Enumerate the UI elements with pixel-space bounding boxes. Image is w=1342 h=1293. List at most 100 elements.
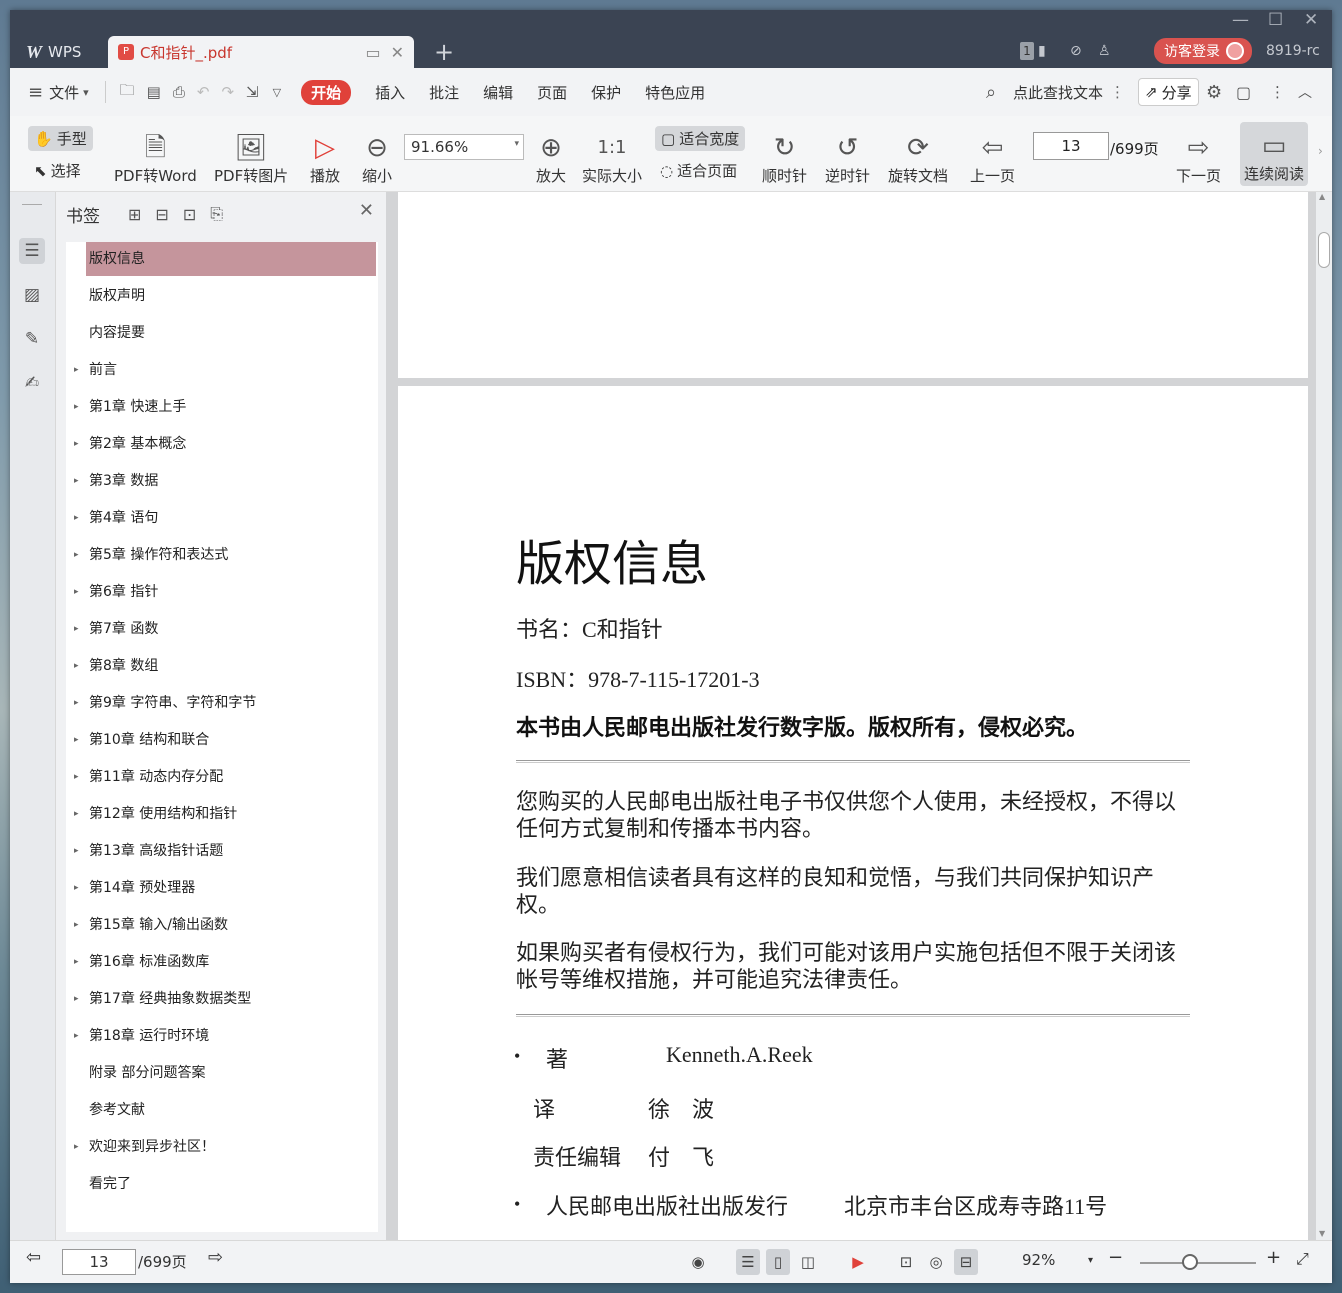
maximize-icon[interactable]: ☐ xyxy=(1268,10,1283,30)
bookmark-item[interactable]: ▸ 第8章 数组 xyxy=(74,649,376,683)
bookmark-item[interactable]: ▸ 前言 xyxy=(74,353,376,387)
close-panel-icon[interactable]: ✕ xyxy=(359,200,374,221)
expand-arrow-icon[interactable]: ▸ xyxy=(74,797,79,831)
actual-size-status-icon[interactable]: ⊡ xyxy=(894,1249,918,1275)
bookmark-item[interactable]: 附录 部分问题答案 xyxy=(86,1056,376,1090)
expand-arrow-icon[interactable]: ▸ xyxy=(74,945,79,979)
bookmark-item[interactable]: 版权信息 xyxy=(86,242,376,276)
thumbnail-icon[interactable]: ▨ xyxy=(19,282,45,308)
menu-insert[interactable]: 插入 xyxy=(375,82,405,103)
bookmark-options-icon[interactable]: ⎘ xyxy=(210,204,223,224)
close-tab-icon[interactable]: ✕ xyxy=(391,43,404,62)
open-folder-icon[interactable]: 🗀 xyxy=(120,80,135,105)
play-button[interactable]: ▷ 播放 xyxy=(310,116,340,192)
expand-arrow-icon[interactable]: ▸ xyxy=(74,649,79,683)
expand-arrow-icon[interactable]: ▸ xyxy=(74,501,79,535)
search-icon[interactable]: ⌕ xyxy=(986,82,996,103)
zoom-minus-icon[interactable]: − xyxy=(1108,1247,1123,1268)
bookmark-item[interactable]: ▸ 第18章 运行时环境 xyxy=(74,1019,376,1053)
expand-arrow-icon[interactable]: ▸ xyxy=(74,538,79,572)
bookmark-item[interactable]: ▸ 第6章 指针 xyxy=(74,575,376,609)
scroll-up-icon[interactable]: ▲ xyxy=(1319,192,1325,201)
single-page-icon[interactable]: ▯ xyxy=(766,1249,790,1275)
more-chevron-icon[interactable]: ▽ xyxy=(273,86,281,99)
chevron-down-icon[interactable]: ▾ xyxy=(83,86,89,99)
share-button[interactable]: ⇗ 分享 xyxy=(1138,78,1199,106)
expand-arrow-icon[interactable]: ▸ xyxy=(74,575,79,609)
new-tab-button[interactable]: + xyxy=(434,38,454,66)
status-zoom-value[interactable]: 92% xyxy=(1022,1251,1055,1269)
fit-width-button[interactable]: ▢ 适合宽度 xyxy=(655,126,746,151)
next-page-button[interactable]: ⇨ 下一页 xyxy=(1176,116,1221,192)
bookmark-item[interactable]: ▸ 第9章 字符串、字符和字节 xyxy=(74,686,376,720)
file-menu[interactable]: 文件 xyxy=(49,82,79,103)
bookmark-item[interactable]: ▸ 第5章 操作符和表达式 xyxy=(74,538,376,572)
select-tool-button[interactable]: ⬉ 选择 xyxy=(34,160,81,181)
page-number-input[interactable]: 13 xyxy=(1033,132,1109,160)
pdf-to-word-button[interactable]: 🗎 PDF转Word xyxy=(114,116,197,192)
prev-page-button[interactable]: ⇦ 上一页 xyxy=(970,116,1015,192)
bookmark-item[interactable]: 版权声明 xyxy=(86,279,376,313)
fullscreen-icon[interactable]: ⤢ xyxy=(1296,1249,1309,1269)
bookmark-item[interactable]: 看完了 xyxy=(86,1167,376,1201)
collapse-all-icon[interactable]: ⊟ xyxy=(155,205,168,224)
expand-arrow-icon[interactable]: ▸ xyxy=(74,871,79,905)
menu-start[interactable]: 开始 xyxy=(301,79,352,105)
close-window-icon[interactable]: ✕ xyxy=(1304,10,1318,30)
tab-wps-home[interactable]: W WPS xyxy=(16,36,106,68)
fit-width-status-icon[interactable]: ⊟ xyxy=(954,1249,978,1275)
rotate-clockwise-button[interactable]: ↻ 顺时针 xyxy=(762,116,807,192)
annotation-icon[interactable]: ✎ xyxy=(19,326,45,352)
expand-arrow-icon[interactable]: ▸ xyxy=(74,353,79,387)
expand-arrow-icon[interactable]: ▸ xyxy=(74,390,79,424)
expand-arrow-icon[interactable]: ▸ xyxy=(74,760,79,794)
expand-arrow-icon[interactable]: ▸ xyxy=(74,1130,79,1164)
status-page-input[interactable]: 13 xyxy=(62,1249,136,1275)
hand-tool-button[interactable]: ✋ 手型 xyxy=(28,126,93,151)
expand-arrow-icon[interactable]: ▸ xyxy=(74,1019,79,1053)
zoom-in-button[interactable]: ⊕ 放大 xyxy=(536,116,566,192)
more-vertical-icon[interactable]: ⋮ xyxy=(1110,83,1125,101)
collapse-ribbon-icon[interactable]: ︿ xyxy=(1298,82,1312,102)
cloud-icon[interactable]: ⊘ xyxy=(1070,36,1082,66)
monitor-icon[interactable]: ▭ xyxy=(365,43,380,62)
bookmark-item[interactable]: ▸ 第11章 动态内存分配 xyxy=(74,760,376,794)
hamburger-icon[interactable]: ≡ xyxy=(28,82,43,103)
bookmark-item[interactable]: 内容提要 xyxy=(86,316,376,350)
play-slideshow-icon[interactable]: ▶ xyxy=(846,1249,870,1275)
bookmark-item[interactable]: ▸ 第17章 经典抽象数据类型 xyxy=(74,982,376,1016)
menu-page[interactable]: 页面 xyxy=(537,82,567,103)
bookmark-item[interactable]: ▸ 第13章 高级指针话题 xyxy=(74,834,376,868)
eye-protection-icon[interactable]: ◉ xyxy=(686,1249,710,1275)
expand-arrow-icon[interactable]: ▸ xyxy=(74,464,79,498)
bookmark-item[interactable]: ▸ 第15章 输入/输出函数 xyxy=(74,908,376,942)
settings-gear-icon[interactable]: ⚙ xyxy=(1206,82,1222,103)
zoom-slider-knob[interactable] xyxy=(1182,1254,1198,1270)
expand-arrow-icon[interactable]: ▸ xyxy=(74,982,79,1016)
fit-page-status-icon[interactable]: ◎ xyxy=(924,1249,948,1275)
signature-icon[interactable]: ✍ xyxy=(19,370,45,396)
redo-icon[interactable]: ↷ xyxy=(221,83,234,101)
expand-arrow-icon[interactable]: ▸ xyxy=(74,723,79,757)
login-button[interactable]: 访客登录 xyxy=(1154,36,1252,66)
expand-arrow-icon[interactable]: ▸ xyxy=(74,908,79,942)
expand-arrow-icon[interactable]: ▸ xyxy=(74,686,79,720)
more-options-icon[interactable]: ⋮ xyxy=(1270,83,1285,101)
menu-protect[interactable]: 保护 xyxy=(591,82,621,103)
next-page-arrow-icon[interactable]: ⇨ xyxy=(208,1247,223,1268)
undo-icon[interactable]: ↶ xyxy=(197,83,210,101)
actual-size-button[interactable]: 1:1 实际大小 xyxy=(582,116,642,192)
bookmark-item[interactable]: ▸ 第7章 函数 xyxy=(74,612,376,646)
expand-arrow-icon[interactable]: ▸ xyxy=(74,834,79,868)
continuous-read-button[interactable]: ▭ 连续阅读 xyxy=(1240,122,1308,186)
expand-arrow-icon[interactable]: ▸ xyxy=(74,612,79,646)
skin-icon[interactable]: ♙ xyxy=(1098,36,1111,66)
prev-page-arrow-icon[interactable]: ⇦ xyxy=(26,1247,41,1268)
ribbon-scroll-right-icon[interactable]: › xyxy=(1318,144,1323,158)
minimize-icon[interactable]: — xyxy=(1232,10,1249,30)
tab-document[interactable]: P C和指针_.pdf ▭ ✕ xyxy=(108,36,414,68)
zoom-plus-icon[interactable]: + xyxy=(1266,1247,1281,1268)
bookmark-item[interactable]: ▸ 欢迎来到异步社区！ xyxy=(74,1130,376,1164)
continuous-view-icon[interactable]: ☰ xyxy=(736,1249,760,1275)
add-bookmark-icon[interactable]: ⊡ xyxy=(183,205,196,224)
